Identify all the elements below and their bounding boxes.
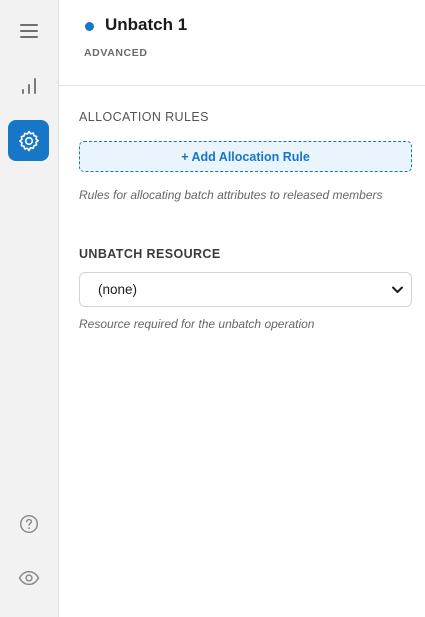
menu-icon (19, 23, 38, 38)
settings-button[interactable] (8, 120, 49, 161)
status-dot (85, 22, 94, 31)
allocation-rules-heading: ALLOCATION RULES (79, 110, 209, 124)
app-window: Unbatch 1 ADVANCED ALLOCATION RULES + Ad… (0, 0, 425, 617)
properties-panel: Unbatch 1 ADVANCED ALLOCATION RULES + Ad… (59, 0, 425, 617)
chevron-down-icon (392, 286, 403, 293)
settings-gear-icon (18, 130, 39, 151)
help-button[interactable] (8, 503, 49, 544)
chart-bars-icon (21, 77, 36, 94)
allocation-rules-help: Rules for allocating batch attributes to… (79, 188, 383, 202)
eye-icon (18, 570, 39, 585)
help-circle-icon (19, 514, 38, 533)
menu-button[interactable] (8, 10, 49, 51)
unbatch-resource-select[interactable]: (none) (79, 272, 412, 307)
analytics-button[interactable] (8, 65, 49, 106)
node-title: Unbatch 1 (105, 15, 188, 34)
side-rail (0, 0, 59, 617)
unbatch-resource-help: Resource required for the unbatch operat… (79, 317, 315, 331)
preview-button[interactable] (8, 557, 49, 598)
unbatch-resource-heading: UNBATCH RESOURCE (79, 247, 221, 261)
panel-header: Unbatch 1 ADVANCED (59, 0, 425, 86)
unbatch-resource-value: (none) (98, 282, 138, 297)
section-subtitle: ADVANCED (84, 47, 148, 59)
add-allocation-rule-button[interactable]: + Add Allocation Rule (79, 141, 412, 172)
